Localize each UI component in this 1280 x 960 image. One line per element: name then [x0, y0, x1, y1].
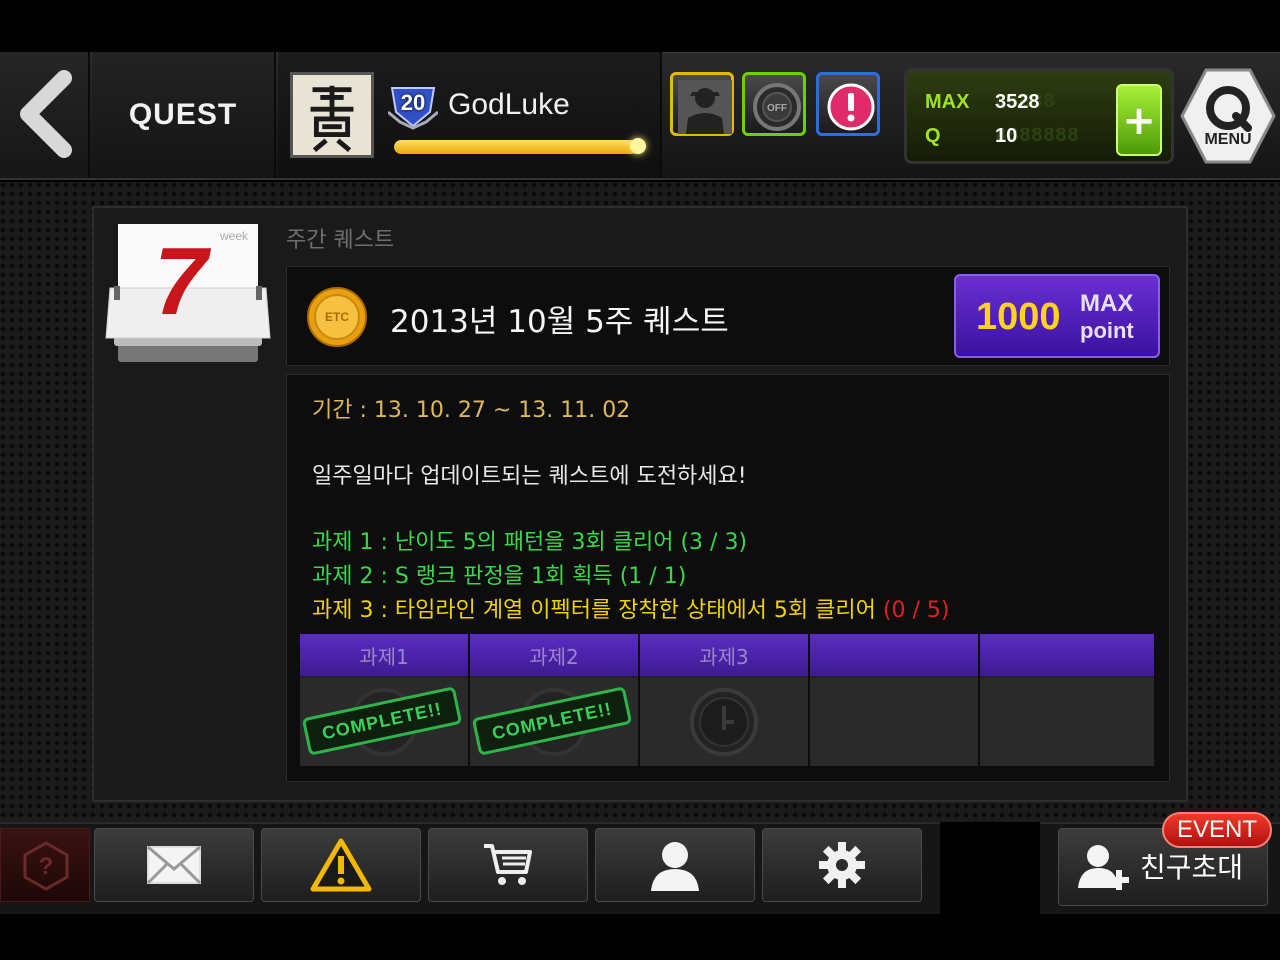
reward-amount: 1000: [976, 296, 1061, 338]
cart-icon: [484, 844, 532, 885]
q-label: Q: [925, 125, 941, 147]
xp-bar-knob: [630, 138, 646, 154]
xp-bar: [394, 140, 646, 154]
username: GodLuke: [448, 88, 570, 121]
max-value: 3528: [995, 91, 1040, 113]
player-profile: 20 GodLuke: [278, 52, 662, 178]
task-status-table: 과제1 COMPLETE!! 과제2 COMPLETE!! 과제3: [300, 634, 1154, 768]
task-slot-body: [980, 678, 1154, 766]
etc-coin-icon: ETC: [307, 287, 367, 347]
plus-icon: +: [1122, 98, 1156, 144]
invite-friend-label: 친구초대: [1140, 851, 1244, 884]
quest-title: 2013년 10월 5주 퀘스트: [390, 304, 729, 340]
power-off-icon: OFF: [753, 83, 801, 131]
profile-icon: [651, 842, 699, 891]
menu-label: MENU: [1204, 131, 1252, 148]
person-silhouette-icon: [678, 80, 732, 134]
calendar-week-label: week: [220, 229, 249, 243]
event-badge[interactable]: EVENT: [1162, 812, 1272, 848]
alert-icon: [827, 83, 875, 131]
gear-icon: [819, 842, 865, 888]
max-label: MAX: [925, 91, 970, 113]
task-slot: [980, 634, 1154, 768]
level-number: 20: [400, 90, 426, 115]
character-button[interactable]: [670, 72, 734, 136]
chevron-left-icon: [20, 70, 72, 158]
power-toggle-button[interactable]: OFF: [742, 72, 806, 136]
q-value: 10: [995, 125, 1018, 147]
quest-description: 일주일마다 업데이트되는 퀘스트에 도전하세요!: [312, 464, 747, 489]
screen-title: QUEST: [92, 52, 276, 178]
svg-text:?: ?: [39, 853, 54, 880]
task-slot: 과제2 COMPLETE!!: [470, 634, 640, 768]
task-slot-header: 과제3: [640, 634, 808, 678]
task-slot-body: [810, 678, 978, 766]
task-slot-body: COMPLETE!!: [470, 678, 638, 766]
back-button[interactable]: [0, 52, 90, 178]
calendar-week-number: 7: [154, 228, 208, 335]
calligraphy-avatar-image: [293, 76, 371, 154]
reward-unit-point: point: [1080, 318, 1134, 343]
warning-icon: [310, 838, 372, 892]
settings-button[interactable]: [762, 828, 922, 902]
task-2-text: 과제 2 : S 랭크 판정을 1회 획득 (1 / 1): [312, 564, 687, 589]
task-3-text: 과제 3 : 타임라인 계열 이펙터를 장착한 상태에서 5회 클리어: [312, 598, 883, 623]
reward-unit-max: MAX: [1080, 290, 1134, 317]
clock-icon: [690, 688, 758, 756]
level-badge: 20: [387, 82, 439, 130]
profile-button[interactable]: [595, 828, 755, 902]
notice-button[interactable]: [816, 72, 880, 136]
mail-icon: [146, 845, 202, 885]
coin-label: ETC: [325, 310, 349, 324]
task-1-text: 과제 1 : 난이도 5의 패턴을 3회 클리어 (3 / 3): [312, 530, 748, 555]
task-3-progress: (0 / 5): [882, 598, 950, 623]
avatar[interactable]: [290, 72, 374, 158]
task-slot-header: 과제1: [300, 634, 468, 678]
reward-badge: 1000 MAX point: [954, 274, 1160, 358]
warning-button[interactable]: [261, 828, 421, 902]
off-label: OFF: [767, 103, 787, 114]
task-slot: [810, 634, 980, 768]
add-friend-icon: [1078, 845, 1129, 890]
question-icon: ?: [23, 841, 69, 891]
task-slot: 과제1 COMPLETE!!: [300, 634, 470, 768]
xp-bar-fill: [394, 140, 639, 154]
menu-button[interactable]: [1178, 66, 1278, 166]
add-currency-button[interactable]: +: [1116, 84, 1162, 156]
task-slot-header: [810, 634, 978, 678]
shop-button[interactable]: [428, 828, 588, 902]
section-label: 주간 퀘스트: [286, 228, 395, 253]
task-slot-header: 과제2: [470, 634, 638, 678]
help-button[interactable]: ?: [0, 828, 90, 902]
task-slot-body: COMPLETE!!: [300, 678, 468, 766]
task-slot-body: [640, 678, 808, 766]
quest-period: 기간 : 13. 10. 27 ~ 13. 11. 02: [312, 398, 631, 423]
task-slot: 과제3: [640, 634, 810, 768]
task-3-line: 과제 3 : 타임라인 계열 이펙터를 장착한 상태에서 5회 클리어 (0 /…: [312, 592, 949, 624]
mail-button[interactable]: [94, 828, 254, 902]
task-slot-header: [980, 634, 1154, 678]
